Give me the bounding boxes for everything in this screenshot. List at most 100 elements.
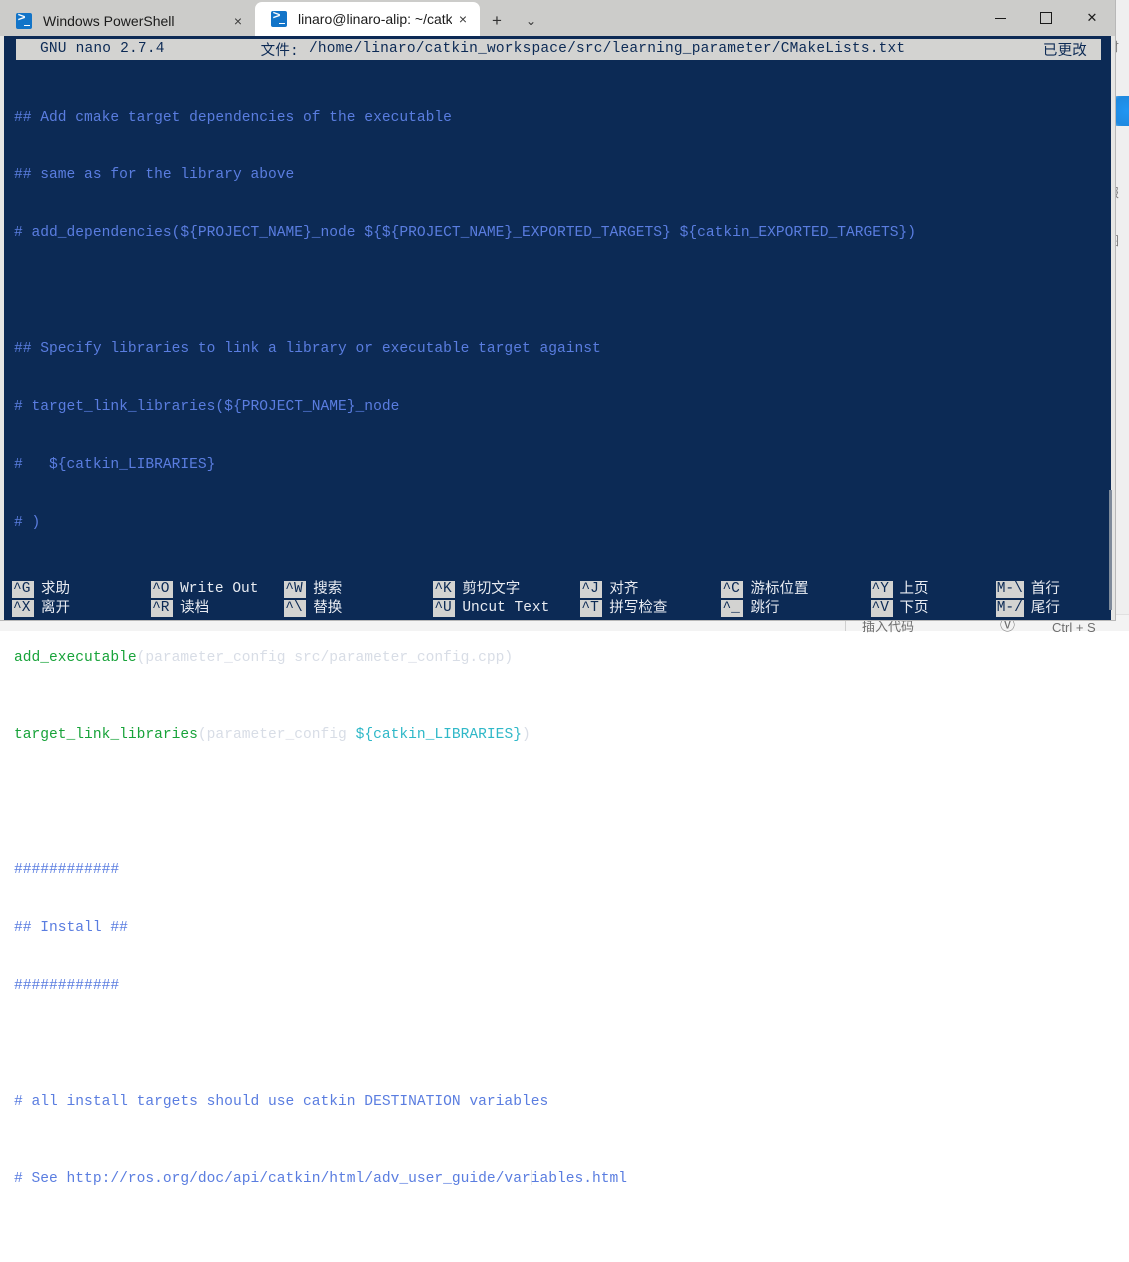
editor-line: ############ (14, 862, 120, 879)
shortcut-key: ^G (12, 581, 34, 598)
editor-line: ## Install ## (14, 920, 128, 937)
shortcut-key: ^R (151, 600, 174, 617)
shortcut-write-out[interactable]: ^O Write Out (151, 580, 284, 599)
shortcut-prev-page[interactable]: ^Y 上页 (870, 580, 996, 599)
editor-line: ## Add cmake target dependencies of the … (14, 109, 452, 126)
shortcut-exit[interactable]: ^X 离开 (12, 599, 151, 618)
shortcut-label: 上页 (899, 581, 929, 597)
shortcut-replace[interactable]: ^\ 替换 (284, 599, 433, 618)
shortcut-label: 游标位置 (750, 581, 809, 597)
shortcut-search[interactable]: ^W 搜索 (284, 580, 433, 599)
tab-linaro-catkin[interactable]: linaro@linaro-alip: ~/catkin_wo × (255, 2, 480, 36)
editor-line-blank (14, 1247, 1115, 1262)
shortcut-label: 剪切文字 (462, 581, 521, 597)
shortcut-key: ^J (580, 581, 603, 598)
window-controls: ✕ (977, 0, 1115, 36)
shortcut-group-search: ^W 搜索 ^\ 替换 (284, 580, 433, 620)
shortcut-key: ^\ (284, 600, 307, 617)
editor-line: # add_dependencies(${PROJECT_NAME}_node … (14, 225, 917, 242)
shortcut-group-help: ^G 求助 ^X 离开 (12, 580, 151, 620)
shortcut-cursor-position[interactable]: ^C 游标位置 (721, 580, 870, 599)
code-arguments-tail: ) (521, 727, 531, 744)
shortcut-key: ^W (284, 581, 307, 598)
shortcut-key: ^C (721, 581, 744, 598)
tab-label: Windows PowerShell (43, 13, 175, 29)
tab-label: linaro@linaro-alip: ~/catkin_wo (298, 11, 452, 27)
shortcut-label: 拼写检查 (609, 600, 668, 616)
shortcut-first-line[interactable]: M-\ 首行 (995, 580, 1115, 599)
shortcut-label: 首行 (1030, 581, 1060, 597)
editor-line-blank (14, 282, 1115, 301)
url-before-cursor: http://ros.org/doc/api/catkin/html/adv_u… (66, 1170, 531, 1187)
nano-version-label: GNU nano 2.7.4 (40, 41, 165, 57)
editor-line-blank (14, 1035, 1115, 1054)
shortcut-next-page[interactable]: ^V 下页 (870, 599, 996, 618)
shortcut-key: ^K (433, 581, 456, 598)
editor-line: # all install targets should use catkin … (14, 1093, 549, 1110)
shortcut-label: Uncut Text (462, 600, 550, 616)
terminal-window: Windows PowerShell × linaro@linaro-alip:… (0, 0, 1115, 1187)
shortcut-label: Write Out (180, 581, 259, 597)
shortcut-label: 求助 (41, 581, 70, 597)
shortcut-justify[interactable]: ^J 对齐 (580, 580, 721, 599)
shortcut-key: ^_ (721, 600, 744, 617)
shortcut-key: ^O (151, 581, 174, 598)
powershell-icon (271, 11, 287, 27)
tab-bar: Windows PowerShell × linaro@linaro-alip:… (0, 0, 1115, 36)
terminal-scrollbar-thumb[interactable] (1109, 490, 1112, 610)
editor-line: # ) (14, 514, 41, 531)
nano-editor-area[interactable]: ## Add cmake target dependencies of the … (0, 62, 1115, 1187)
shortcut-read-file[interactable]: ^R 读档 (151, 599, 284, 618)
editor-line: ## Specify libraries to link a library o… (14, 341, 601, 358)
new-tab-button[interactable]: + (480, 6, 514, 36)
nano-shortcut-bar: ^G 求助 ^X 离开 ^O Write Out ^R 读档 ^W 搜索 ^\ 替换 ^K 剪… (0, 574, 1115, 620)
shortcut-label: 搜索 (313, 581, 343, 597)
editor-line: # ${catkin_LIBRARIES} (14, 456, 216, 473)
shortcut-label: 对齐 (609, 581, 639, 597)
shortcut-label: 离开 (41, 600, 70, 616)
code-arguments: (parameter_config (197, 727, 356, 744)
nano-file-label: 文件: (260, 43, 299, 60)
shortcut-go-to-line[interactable]: ^_ 跳行 (721, 599, 870, 618)
shortcut-label: 替换 (313, 600, 343, 616)
editor-line-add-executable: add_executable(parameter_config src/para… (14, 649, 1115, 668)
shortcut-spell-check[interactable]: ^T 拼写检查 (580, 599, 721, 618)
url-after-cursor: iables.html (530, 1170, 628, 1187)
shortcut-group-page: ^Y 上页 ^V 下页 (870, 580, 996, 620)
shortcut-key: ^X (12, 600, 34, 617)
maximize-button[interactable] (1023, 0, 1069, 36)
shortcut-get-help[interactable]: ^G 求助 (12, 580, 151, 599)
powershell-icon (16, 13, 32, 29)
code-function-name: add_executable (14, 649, 137, 666)
shortcut-key: M-/ (995, 600, 1024, 617)
shortcut-uncut-text[interactable]: ^U Uncut Text (433, 599, 580, 618)
shortcut-group-firstlast: M-\ 首行 M-/ 尾行 (995, 580, 1115, 620)
code-variable: ${catkin_LIBRARIES} (355, 727, 522, 744)
editor-line: # target_link_libraries(${PROJECT_NAME}_… (14, 399, 400, 416)
shortcut-last-line[interactable]: M-/ 尾行 (995, 599, 1115, 618)
shortcut-key: ^U (433, 600, 456, 617)
url-line-prefix: # See (14, 1170, 67, 1187)
shortcut-group-cursor: ^C 游标位置 ^_ 跳行 (721, 580, 870, 620)
chevron-down-icon[interactable]: ⌄ (514, 6, 548, 36)
tab-powershell[interactable]: Windows PowerShell × (0, 6, 255, 36)
shortcut-key: ^Y (870, 581, 893, 598)
nano-modified-badge: 已更改 (1042, 43, 1087, 60)
tab-close-icon[interactable]: × (452, 11, 474, 27)
tab-close-icon[interactable]: × (227, 13, 249, 29)
shortcut-key: ^V (870, 600, 893, 617)
close-button[interactable]: ✕ (1069, 0, 1115, 36)
shortcut-label: 下页 (899, 600, 929, 616)
shortcut-label: 读档 (180, 600, 210, 616)
minimize-button[interactable] (977, 0, 1023, 36)
shortcut-label: 跳行 (750, 600, 780, 616)
nano-title-bar: GNU nano 2.7.4 文件: /home/linaro/catkin_w… (0, 36, 1115, 62)
shortcut-cut-text[interactable]: ^K 剪切文字 (433, 580, 580, 599)
nano-file-path: /home/linaro/catkin_workspace/src/learni… (308, 41, 906, 57)
editor-line-blank (14, 803, 1115, 822)
shortcut-group-writeout: ^O Write Out ^R 读档 (151, 580, 284, 620)
shortcut-label: 尾行 (1030, 600, 1060, 616)
editor-line-target-link-libraries: target_link_libraries(parameter_config $… (14, 726, 1115, 745)
code-function-name: target_link_libraries (14, 727, 198, 744)
shortcut-key: ^T (580, 600, 603, 617)
